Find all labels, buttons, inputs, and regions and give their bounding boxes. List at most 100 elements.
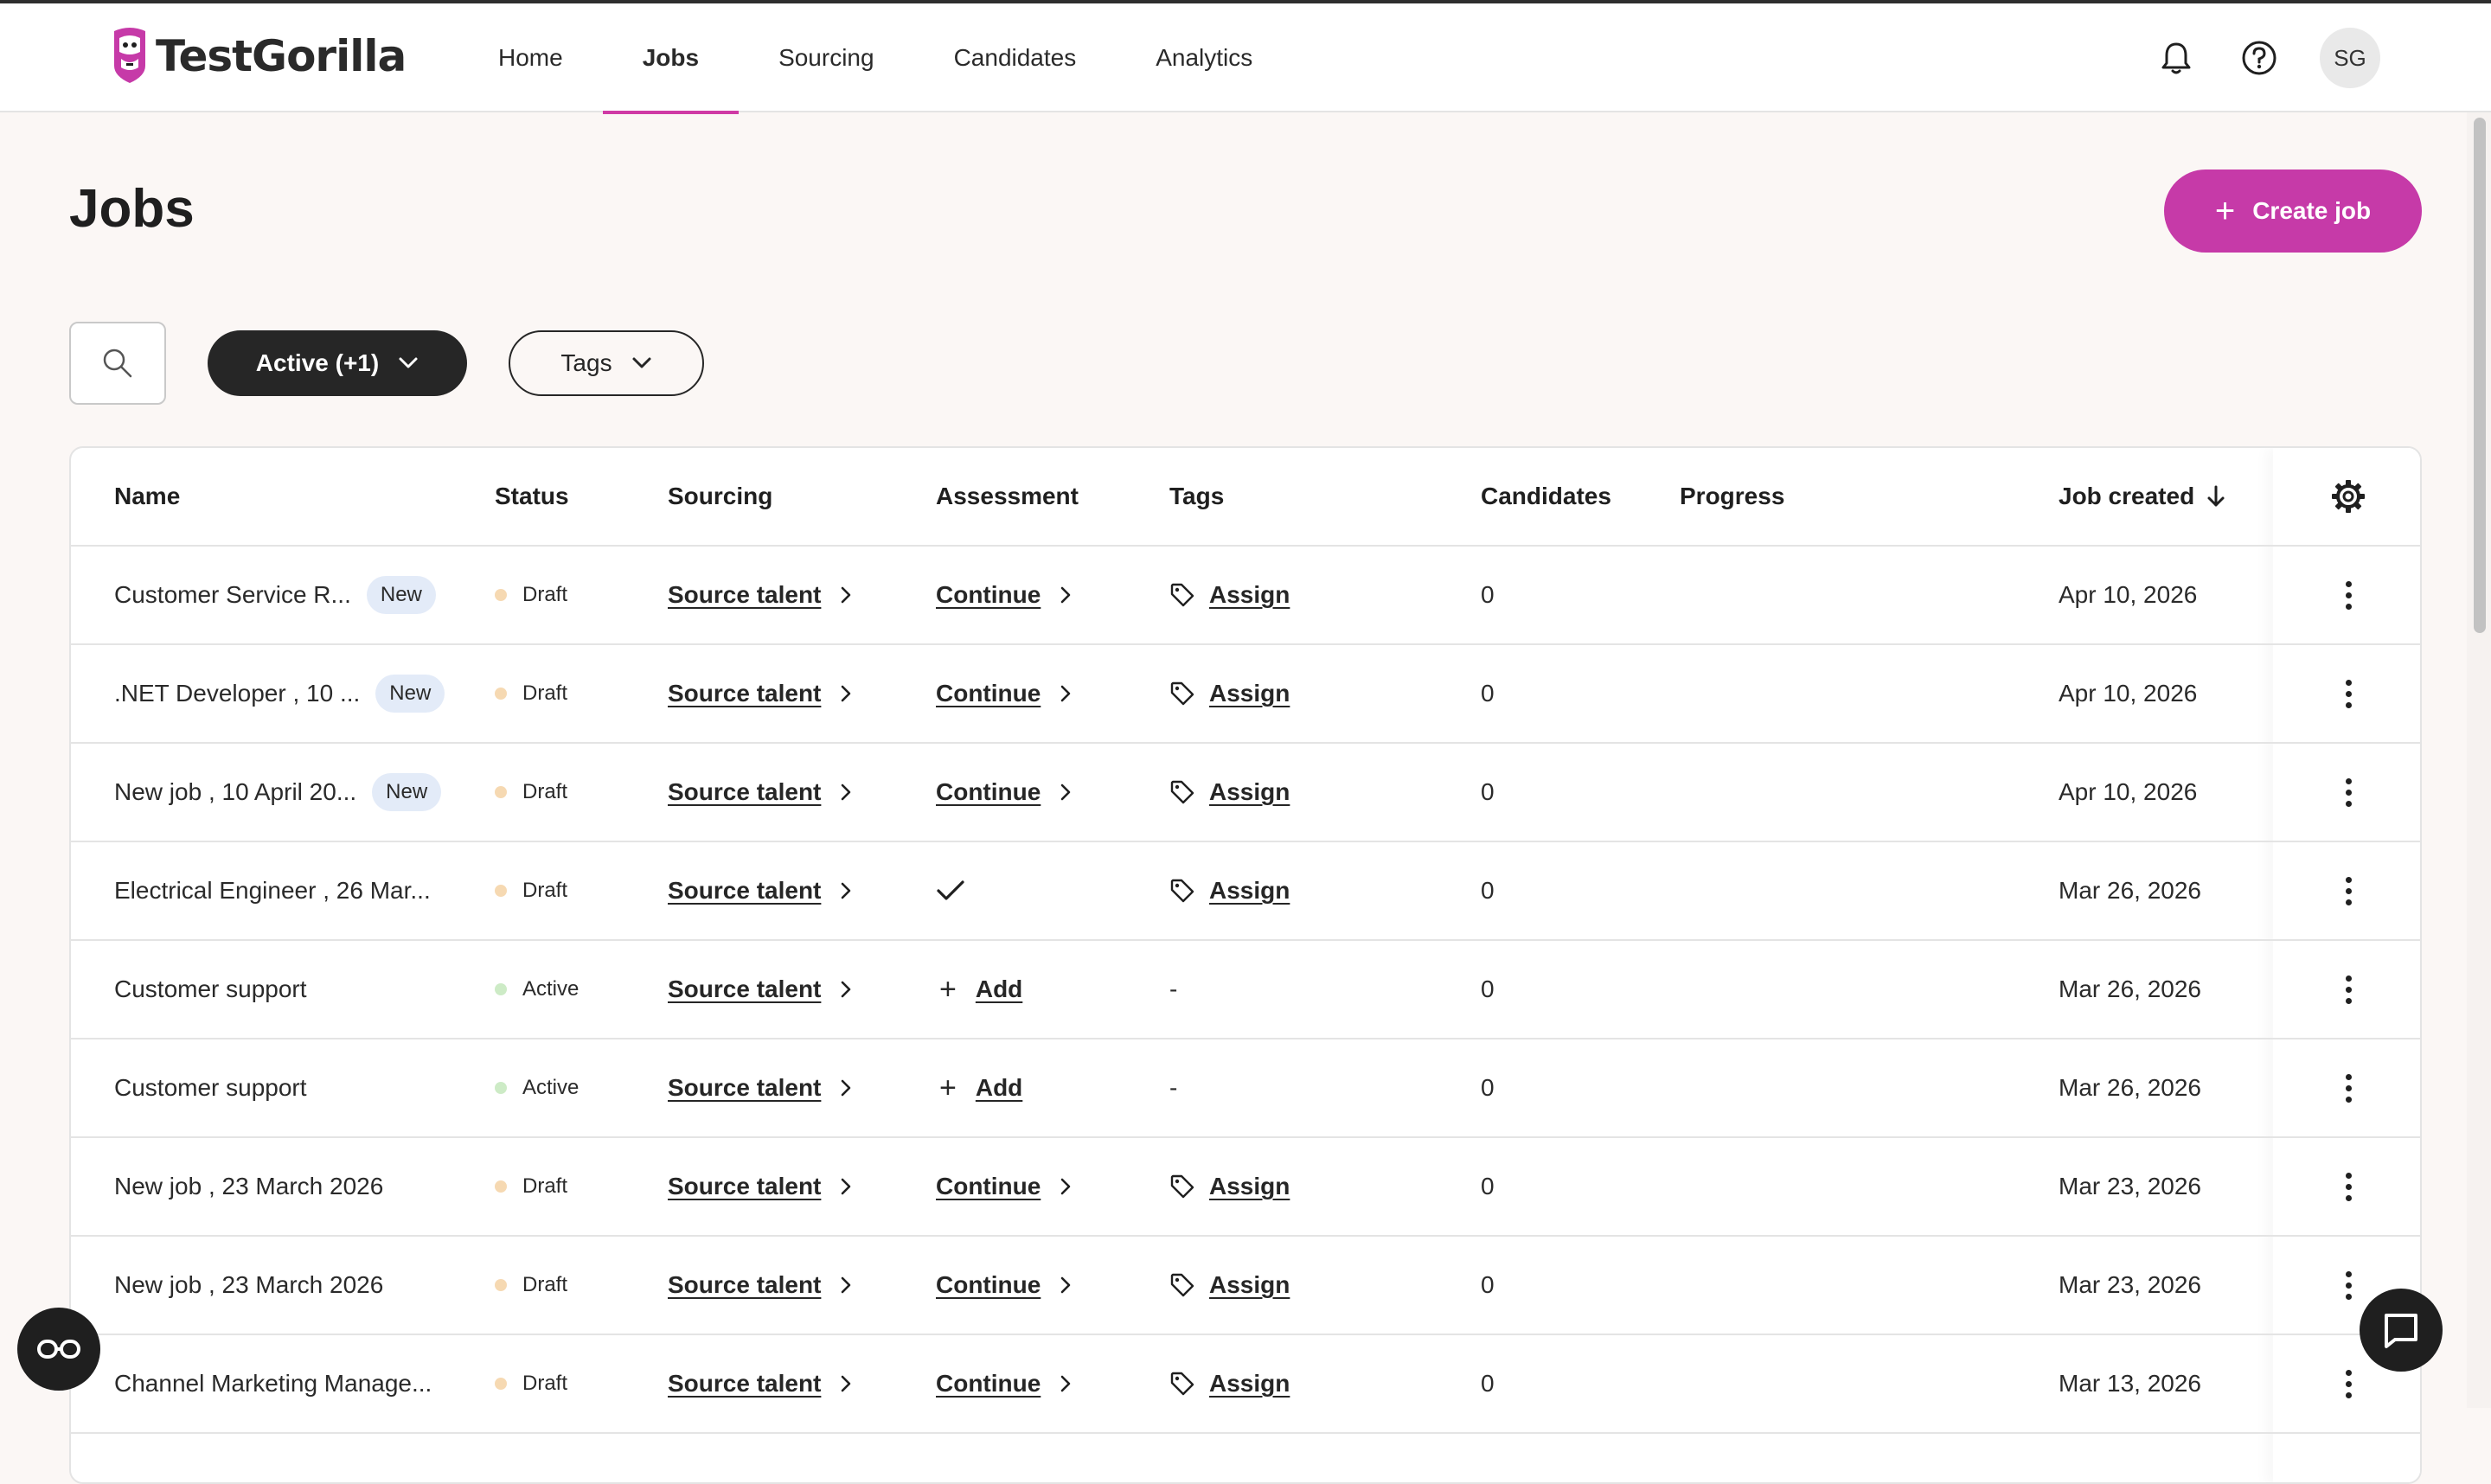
create-job-button[interactable]: + Create job (2164, 170, 2422, 253)
more-options-icon[interactable] (2331, 569, 2366, 621)
job-name-cell[interactable]: New job , 23 March 2026 (114, 1237, 383, 1334)
assign-tag-link[interactable]: Assign (1209, 877, 1290, 905)
more-options-icon[interactable] (2331, 1259, 2366, 1311)
sourcing-cell: Source talent (668, 1138, 852, 1235)
chat-support-button[interactable] (2360, 1289, 2443, 1372)
chevron-right-icon[interactable] (840, 783, 852, 802)
chevron-right-icon[interactable] (1060, 585, 1072, 604)
table-row[interactable]: Channel Marketing Manage... Draft Source t… (71, 1335, 2420, 1434)
assign-tag-link[interactable]: Assign (1209, 680, 1290, 707)
assign-tag-link[interactable]: Assign (1209, 1370, 1290, 1398)
accessibility-widget-button[interactable] (17, 1308, 100, 1391)
assign-tag-link[interactable]: Assign (1209, 581, 1290, 609)
testgorilla-logo[interactable]: TestGorilla (109, 26, 407, 86)
nav-jobs[interactable]: Jobs (602, 3, 740, 114)
source-talent-link[interactable]: Source talent (668, 1271, 821, 1299)
table-row[interactable]: Customer support Active Source talent + Add -… (71, 941, 2420, 1039)
assign-tag-link[interactable]: Assign (1209, 1271, 1290, 1299)
more-options-icon[interactable] (2331, 963, 2366, 1015)
source-talent-link[interactable]: Source talent (668, 1370, 821, 1398)
more-options-icon[interactable] (2331, 1161, 2366, 1212)
continue-assessment-link[interactable]: Continue (936, 1370, 1041, 1398)
chevron-right-icon[interactable] (840, 1276, 852, 1295)
more-options-icon[interactable] (2331, 865, 2366, 917)
nav-candidates[interactable]: Candidates (914, 3, 1117, 112)
column-header-progress[interactable]: Progress (1680, 448, 1784, 545)
table-settings-button[interactable] (2273, 448, 2420, 545)
nav-sourcing[interactable]: Sourcing (739, 3, 914, 112)
job-name-cell[interactable]: Electrical Engineer , 26 Mar... (114, 842, 431, 939)
job-name-cell[interactable]: New job , 23 March 2026 (114, 1138, 383, 1235)
continue-assessment-link[interactable]: Continue (936, 778, 1041, 806)
source-talent-link[interactable]: Source talent (668, 1074, 821, 1102)
chevron-right-icon[interactable] (1060, 1276, 1072, 1295)
scrollbar-thumb[interactable] (2474, 118, 2486, 633)
assign-tag-link[interactable]: Assign (1209, 1173, 1290, 1200)
assessment-cell: Continue (936, 1335, 1072, 1432)
status-dot (495, 786, 507, 798)
table-row[interactable]: Electrical Engineer , 26 Mar... Draft Sour… (71, 842, 2420, 941)
table-row[interactable]: New job , 23 March 2026 Draft Source talen… (71, 1138, 2420, 1237)
add-assessment-link[interactable]: Add (976, 975, 1022, 1003)
table-row[interactable]: Customer support Active Source talent + Add -… (71, 1039, 2420, 1138)
plus-icon[interactable]: + (939, 975, 957, 1004)
continue-assessment-link[interactable]: Continue (936, 680, 1041, 707)
user-avatar[interactable]: SG (2320, 28, 2380, 88)
more-options-icon[interactable] (2331, 1358, 2366, 1410)
chevron-right-icon[interactable] (840, 585, 852, 604)
add-assessment-link[interactable]: Add (976, 1074, 1022, 1102)
help-circle-icon[interactable] (2240, 39, 2278, 77)
source-talent-link[interactable]: Source talent (668, 778, 821, 806)
source-talent-link[interactable]: Source talent (668, 581, 821, 609)
nav-home[interactable]: Home (458, 3, 603, 112)
table-row[interactable]: New job , 23 March 2026 Draft Source talen… (71, 1237, 2420, 1335)
assessment-cell: + Add (936, 941, 1022, 1038)
column-header-job-created[interactable]: Job created (2059, 448, 2225, 545)
more-options-icon[interactable] (2331, 668, 2366, 720)
table-row[interactable]: Customer Service R... New Draft Source tale… (71, 547, 2420, 645)
status-filter-dropdown[interactable]: Active (+1) (208, 330, 467, 396)
chevron-right-icon[interactable] (1060, 1177, 1072, 1196)
job-name-cell[interactable]: Customer Service R... New (114, 547, 436, 643)
column-header-status[interactable]: Status (495, 448, 569, 545)
search-button[interactable] (69, 322, 166, 405)
chevron-right-icon[interactable] (1060, 1374, 1072, 1393)
chevron-right-icon[interactable] (840, 1177, 852, 1196)
more-options-icon[interactable] (2331, 766, 2366, 818)
chevron-right-icon[interactable] (840, 881, 852, 900)
column-header-candidates[interactable]: Candidates (1481, 448, 1611, 545)
continue-assessment-link[interactable]: Continue (936, 581, 1041, 609)
column-header-assessment[interactable]: Assessment (936, 448, 1079, 545)
table-row[interactable]: .NET Developer , 10 ... New Draft Source ta… (71, 645, 2420, 744)
tags-filter-dropdown[interactable]: Tags (509, 330, 704, 396)
continue-assessment-link[interactable]: Continue (936, 1173, 1041, 1200)
chevron-right-icon[interactable] (840, 1374, 852, 1393)
source-talent-link[interactable]: Source talent (668, 975, 821, 1003)
bell-icon[interactable] (2157, 39, 2195, 77)
more-options-icon[interactable] (2331, 1062, 2366, 1114)
continue-assessment-link[interactable]: Continue (936, 1271, 1041, 1299)
job-name-cell[interactable]: .NET Developer , 10 ... New (114, 645, 445, 742)
assign-tag-link[interactable]: Assign (1209, 778, 1290, 806)
chevron-right-icon[interactable] (1060, 783, 1072, 802)
chevron-right-icon[interactable] (840, 980, 852, 999)
row-actions-cell (2273, 1039, 2420, 1136)
column-header-tags[interactable]: Tags (1169, 448, 1224, 545)
chevron-right-icon[interactable] (1060, 684, 1072, 703)
assessment-cell: + Add (936, 1039, 1022, 1136)
nav-analytics[interactable]: Analytics (1116, 3, 1292, 112)
source-talent-link[interactable]: Source talent (668, 1173, 821, 1200)
column-header-sourcing[interactable]: Sourcing (668, 448, 772, 545)
plus-icon[interactable]: + (939, 1073, 957, 1103)
job-name-cell[interactable]: New job , 10 April 20... New (114, 744, 442, 841)
source-talent-link[interactable]: Source talent (668, 877, 821, 905)
source-talent-link[interactable]: Source talent (668, 680, 821, 707)
chevron-right-icon[interactable] (840, 1078, 852, 1097)
chevron-right-icon[interactable] (840, 684, 852, 703)
job-name-cell[interactable]: Channel Marketing Manage... (114, 1335, 432, 1432)
job-name-cell[interactable]: Customer support (114, 1039, 307, 1136)
table-row[interactable]: New job , 10 April 20... New Draft Source t… (71, 744, 2420, 842)
job-name-cell[interactable]: Customer support (114, 941, 307, 1038)
column-header-name[interactable]: Name (114, 448, 180, 545)
page-scrollbar[interactable] (2467, 112, 2491, 1408)
